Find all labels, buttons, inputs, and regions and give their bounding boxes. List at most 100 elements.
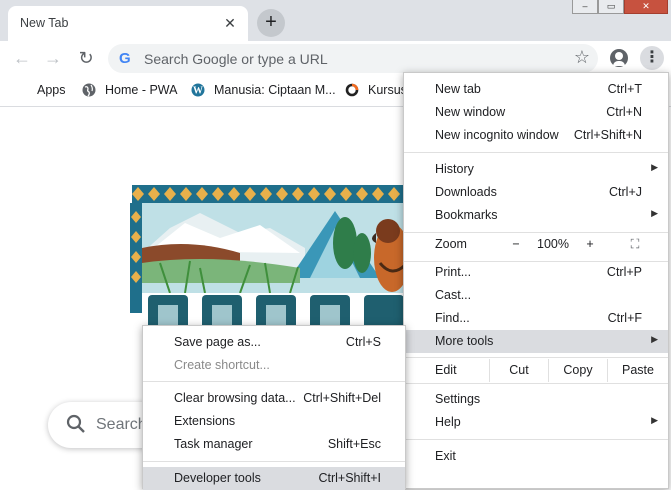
minimize-button[interactable]: ‒ xyxy=(572,0,598,14)
profile-avatar-icon[interactable] xyxy=(610,49,628,67)
menu-item-shortcut: Ctrl+P xyxy=(606,265,642,279)
more-tools-submenu: Save page as... Ctrl+S Create shortcut..… xyxy=(142,325,406,490)
menu-item-shortcut: Ctrl+Shift+Del xyxy=(303,391,381,405)
edit-paste-button[interactable]: Paste xyxy=(607,359,668,382)
menu-item-label: Edit xyxy=(435,363,457,377)
bookmark-label: Apps xyxy=(37,83,66,97)
bookmark-star-icon[interactable]: ☆ xyxy=(574,47,590,68)
tab-strip: New Tab ✕ + ‒ ▭ ✕ xyxy=(0,0,671,41)
menu-item-label: Task manager xyxy=(174,437,253,451)
bookmark-label: Home - PWA xyxy=(105,83,178,97)
submenu-arrow-icon: ▶ xyxy=(651,334,658,344)
forward-icon[interactable]: → xyxy=(41,46,65,70)
menu-item-history[interactable]: History ▶ xyxy=(404,158,668,181)
menu-item-label: Settings xyxy=(435,392,481,406)
menu-item-shortcut: Ctrl+S xyxy=(345,335,381,349)
menu-item-shortcut: Ctrl+T xyxy=(607,82,642,96)
menu-item-shortcut: Ctrl+Shift+N xyxy=(573,128,642,142)
menu-item-label: Bookmarks xyxy=(435,208,498,222)
menu-item-edit: Edit Cut Copy Paste xyxy=(404,359,668,382)
menu-item-label: Exit xyxy=(435,449,456,463)
menu-item-label: Find... xyxy=(435,311,470,325)
menu-item-new-window[interactable]: New window Ctrl+N xyxy=(404,101,668,124)
bookmark-label: Manusia: Ciptaan M... xyxy=(214,83,336,97)
new-tab-button[interactable]: + xyxy=(257,9,285,37)
menu-item-downloads[interactable]: Downloads Ctrl+J xyxy=(404,181,668,204)
menu-item-find[interactable]: Find... Ctrl+F xyxy=(404,307,668,330)
zoom-out-button[interactable]: − xyxy=(500,233,532,256)
window-controls: ‒ ▭ ✕ xyxy=(572,0,668,14)
menu-item-shortcut: Ctrl+F xyxy=(607,311,642,325)
chrome-main-menu: New tab Ctrl+T New window Ctrl+N New inc… xyxy=(403,72,669,489)
bookmark-kursus[interactable]: Kursus xyxy=(345,81,407,99)
tab-close-icon[interactable]: ✕ xyxy=(219,12,241,34)
edit-copy-label: Copy xyxy=(563,363,593,377)
menu-separator xyxy=(404,439,668,440)
menu-kebab-icon[interactable]: ⋮ xyxy=(640,46,664,70)
reload-icon[interactable]: ↻ xyxy=(74,46,98,70)
menu-item-label: Create shortcut... xyxy=(174,358,270,372)
google-g-icon: G xyxy=(119,50,131,67)
edit-cut-label: Cut xyxy=(509,363,529,377)
menu-item-label: Zoom xyxy=(435,237,467,251)
fullscreen-icon[interactable]: ⛶ xyxy=(620,233,650,256)
menu-item-shortcut: Ctrl+N xyxy=(606,105,642,119)
edit-copy-button[interactable]: Copy xyxy=(548,359,607,382)
menu-item-settings[interactable]: Settings xyxy=(404,388,668,411)
menu-item-label: Developer tools xyxy=(174,471,261,485)
bookmark-apps[interactable]: Apps xyxy=(14,81,66,99)
menu-separator xyxy=(143,461,405,462)
menu-item-developer-tools[interactable]: Developer tools Ctrl+Shift+I xyxy=(143,467,405,490)
submenu-arrow-icon: ▶ xyxy=(651,208,658,218)
menu-item-label: Extensions xyxy=(174,414,236,428)
zoom-in-button[interactable]: + xyxy=(574,233,606,256)
menu-item-extensions[interactable]: Extensions xyxy=(143,410,405,433)
menu-separator xyxy=(404,357,668,358)
menu-item-shortcut: Ctrl+Shift+I xyxy=(318,471,381,485)
submenu-arrow-icon: ▶ xyxy=(651,162,658,172)
apps-grid-icon xyxy=(14,83,28,97)
globe-icon xyxy=(82,83,96,97)
address-input[interactable] xyxy=(142,49,546,69)
menu-item-new-incognito[interactable]: New incognito window Ctrl+Shift+N xyxy=(404,124,668,147)
menu-item-label: Clear browsing data... xyxy=(174,391,296,405)
submenu-arrow-icon: ▶ xyxy=(651,415,658,425)
menu-item-label: Print... xyxy=(435,265,472,279)
menu-item-task-manager[interactable]: Task manager Shift+Esc xyxy=(143,433,405,456)
edit-cut-button[interactable]: Cut xyxy=(489,359,548,382)
google-doodle[interactable] xyxy=(130,183,410,333)
menu-separator xyxy=(404,152,668,153)
bookmark-home-pwa[interactable]: Home - PWA xyxy=(82,81,177,99)
back-icon[interactable]: ← xyxy=(10,46,34,70)
menu-item-exit[interactable]: Exit xyxy=(404,445,668,468)
maximize-button[interactable]: ▭ xyxy=(598,0,624,14)
menu-item-print[interactable]: Print... Ctrl+P xyxy=(404,261,668,284)
edit-paste-label: Paste xyxy=(622,363,654,377)
menu-item-save-page[interactable]: Save page as... Ctrl+S xyxy=(143,331,405,354)
menu-item-cast[interactable]: Cast... xyxy=(404,284,668,307)
menu-item-label: Save page as... xyxy=(174,335,261,349)
menu-item-bookmarks[interactable]: Bookmarks ▶ xyxy=(404,204,668,227)
menu-item-help[interactable]: Help ▶ xyxy=(404,411,668,434)
menu-item-label: Downloads xyxy=(435,185,497,199)
menu-item-shortcut: Ctrl+J xyxy=(609,185,642,199)
page-search-placeholder: Search xyxy=(96,416,147,433)
search-icon xyxy=(66,414,85,433)
omnibox[interactable]: G ☆ xyxy=(108,44,598,73)
menu-item-create-shortcut: Create shortcut... xyxy=(143,354,405,377)
menu-item-label: Help xyxy=(435,415,461,429)
tab-title: New Tab xyxy=(20,16,69,30)
menu-item-shortcut: Shift+Esc xyxy=(327,437,381,451)
menu-item-clear-browsing-data[interactable]: Clear browsing data... Ctrl+Shift+Del xyxy=(143,387,405,410)
menu-item-label: New tab xyxy=(435,82,481,96)
tab-new-tab[interactable]: New Tab ✕ xyxy=(8,6,248,41)
bookmark-label: Kursus xyxy=(368,83,407,97)
menu-item-zoom: Zoom − 100% + ⛶ xyxy=(404,233,668,256)
menu-item-new-tab[interactable]: New tab Ctrl+T xyxy=(404,78,668,101)
close-window-button[interactable]: ✕ xyxy=(624,0,668,14)
menu-item-label: New window xyxy=(435,105,506,119)
bookmark-manusia[interactable]: W Manusia: Ciptaan M... xyxy=(191,81,336,99)
menu-item-more-tools[interactable]: More tools ▶ xyxy=(404,330,668,353)
menu-item-label: History xyxy=(435,162,474,176)
wordpress-icon: W xyxy=(191,83,205,97)
